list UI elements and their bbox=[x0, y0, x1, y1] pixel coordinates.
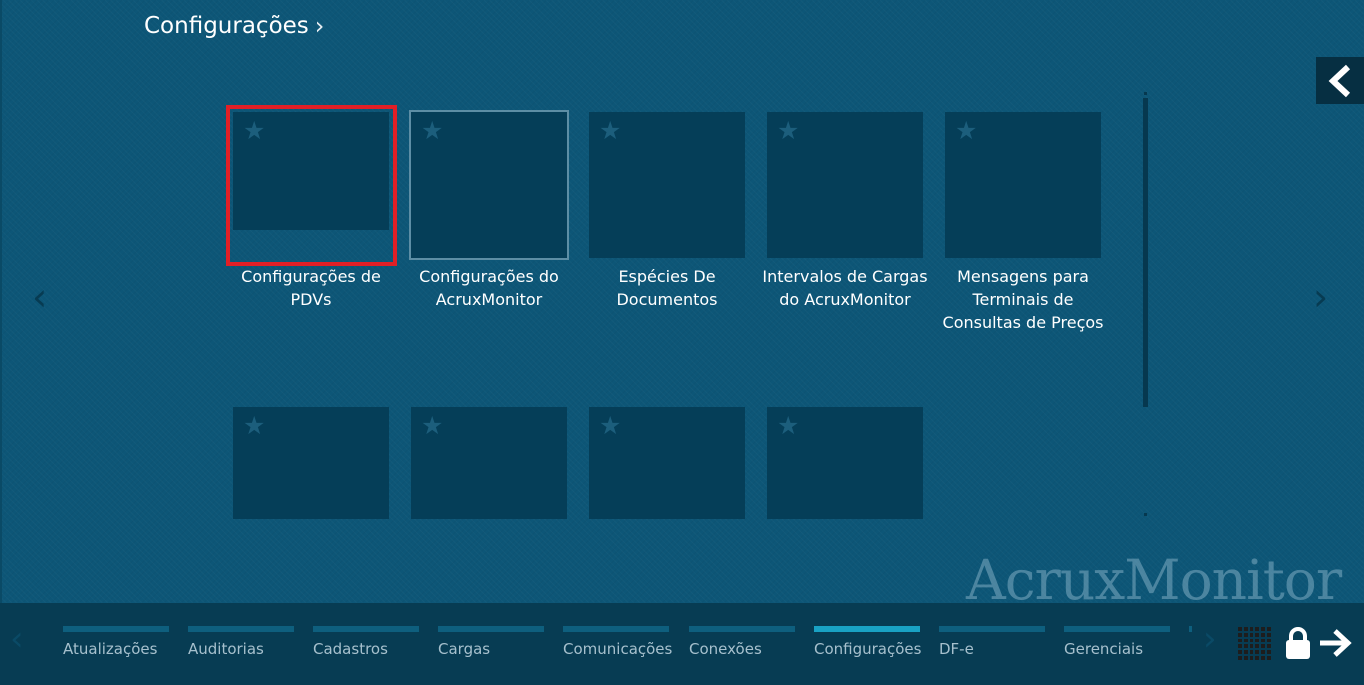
tab-auditorias[interactable]: Auditorias bbox=[188, 626, 294, 658]
tab-conexoes[interactable]: Conexões bbox=[689, 626, 795, 658]
tab-cargas[interactable]: Cargas bbox=[438, 626, 544, 658]
tile-label: Espécies De Documentos bbox=[616, 267, 718, 309]
tab-indicator bbox=[939, 626, 1045, 632]
tab-label: DF-e bbox=[939, 640, 974, 658]
tab-indicator bbox=[63, 626, 169, 632]
tile-label: Intervalos de Cargas do AcruxMonitor bbox=[762, 267, 928, 309]
tile-label: Mensagens para Terminais de Consultas de… bbox=[942, 267, 1104, 332]
taskbar-next-arrow[interactable]: › bbox=[1203, 622, 1217, 656]
star-favorite-icon[interactable]: ★ bbox=[599, 118, 621, 143]
tab-label: Comunicações bbox=[563, 640, 673, 658]
tab-label: Atualizações bbox=[63, 640, 158, 658]
tab-comunicacoes[interactable]: Comunicações bbox=[563, 626, 673, 658]
star-favorite-icon[interactable]: ★ bbox=[243, 413, 265, 438]
star-favorite-icon[interactable]: ★ bbox=[777, 413, 799, 438]
tab-indicator bbox=[689, 626, 795, 632]
star-favorite-icon[interactable]: ★ bbox=[599, 413, 621, 438]
tile-row2-2[interactable]: ★ bbox=[411, 407, 567, 519]
tab-label: Conexões bbox=[689, 640, 762, 658]
tab-indicator bbox=[563, 626, 669, 632]
star-favorite-icon[interactable]: ★ bbox=[955, 118, 977, 143]
tab-label: Auditorias bbox=[188, 640, 264, 658]
tab-label: Configurações bbox=[814, 640, 922, 658]
tile-configuracoes-de-pdvs[interactable]: ★ bbox=[233, 112, 389, 230]
tab-indicator-active bbox=[814, 626, 920, 632]
tab-label: Cargas bbox=[438, 640, 491, 658]
scrollbar-bottom-cap bbox=[1144, 513, 1147, 516]
taskbar-prev-arrow[interactable]: ‹ bbox=[10, 622, 24, 656]
window-edge bbox=[0, 0, 2, 685]
tab-indicator bbox=[438, 626, 544, 632]
vertical-scrollbar[interactable] bbox=[1143, 92, 1148, 516]
tab-label: Gerenciais bbox=[1064, 640, 1144, 658]
previous-page-arrow[interactable]: ‹ bbox=[32, 278, 47, 316]
chevron-right-icon: › bbox=[314, 12, 325, 40]
tab-overflow-indicator bbox=[1189, 626, 1192, 632]
page-title[interactable]: Configurações › bbox=[144, 12, 324, 40]
tab-cadastros[interactable]: Cadastros bbox=[313, 626, 419, 658]
apps-grid-icon[interactable] bbox=[1238, 627, 1271, 660]
tab-atualizacoes[interactable]: Atualizações bbox=[63, 626, 169, 658]
tile-mensagens-para-terminais[interactable]: ★ bbox=[945, 112, 1101, 258]
tab-gerenciais[interactable]: Gerenciais bbox=[1064, 626, 1170, 658]
scrollbar-top-cap bbox=[1144, 92, 1147, 95]
tab-indicator bbox=[188, 626, 294, 632]
page-title-text: Configurações bbox=[144, 13, 309, 39]
star-favorite-icon[interactable]: ★ bbox=[421, 413, 443, 438]
tile-label: Configurações do AcruxMonitor bbox=[419, 267, 559, 309]
tile-label: Configurações de PDVs bbox=[241, 267, 381, 309]
tile-especies-de-documentos[interactable]: ★ bbox=[589, 112, 745, 258]
tab-label: Cadastros bbox=[313, 640, 388, 658]
back-button[interactable] bbox=[1316, 57, 1364, 104]
chevron-left-icon bbox=[1328, 64, 1351, 97]
tile-configuracoes-do-acruxmonitor[interactable]: ★ bbox=[409, 110, 569, 260]
star-favorite-icon[interactable]: ★ bbox=[777, 118, 799, 143]
scrollbar-thumb[interactable] bbox=[1143, 98, 1148, 407]
lock-icon[interactable] bbox=[1284, 626, 1312, 660]
next-page-arrow[interactable]: › bbox=[1313, 278, 1328, 316]
tab-configuracoes[interactable]: Configurações bbox=[814, 626, 922, 658]
tab-indicator bbox=[313, 626, 419, 632]
tile-intervalos-de-cargas[interactable]: ★ bbox=[767, 112, 923, 258]
tile-row2-4[interactable]: ★ bbox=[767, 407, 923, 519]
tile-row2-3[interactable]: ★ bbox=[589, 407, 745, 519]
star-favorite-icon[interactable]: ★ bbox=[421, 118, 443, 143]
tile-row2-1[interactable]: ★ bbox=[233, 407, 389, 519]
star-favorite-icon[interactable]: ★ bbox=[243, 118, 265, 143]
tab-df-e[interactable]: DF-e bbox=[939, 626, 1045, 658]
tab-indicator bbox=[1064, 626, 1170, 632]
exit-arrow-icon[interactable] bbox=[1318, 628, 1353, 658]
